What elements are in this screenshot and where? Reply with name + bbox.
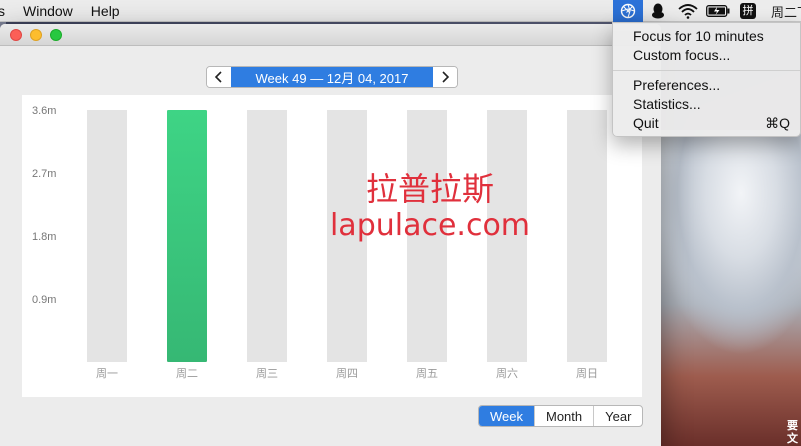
week-label: Week 49 — 12月 04, 2017 — [231, 67, 433, 87]
x-tick-label: 周三 — [256, 367, 278, 380]
focus-status-menu: Focus for 10 minutes Custom focus... Pre… — [612, 22, 801, 137]
range-selector: Week Month Year — [478, 405, 644, 427]
menu-preferences-label: Preferences... — [633, 77, 721, 93]
wifi-icon[interactable] — [673, 0, 703, 22]
tab-month[interactable]: Month — [534, 406, 593, 426]
chart-canvas: 3.6m 2.7m 1.8m 0.9m 周一 周二 周三 周四 周五 周六 周日 — [32, 105, 607, 380]
bar-track-1 — [87, 110, 127, 362]
menu-app-partial[interactable]: s — [0, 0, 14, 22]
y-tick-label: 2.7m — [32, 168, 56, 180]
menu-custom-focus-label: Custom focus... — [633, 47, 731, 63]
chevron-left-icon — [214, 71, 222, 83]
tab-year[interactable]: Year — [593, 406, 642, 426]
status-area: 拼 周二下 — [613, 0, 801, 22]
bar-2[interactable] — [167, 110, 207, 362]
close-window-button[interactable] — [10, 29, 22, 41]
menu-focus-10-minutes-label: Focus for 10 minutes — [633, 28, 764, 44]
bar-track-3 — [247, 110, 287, 362]
input-method-icon[interactable]: 拼 — [733, 0, 763, 22]
x-tick-label: 周五 — [416, 367, 438, 380]
x-tick-label: 周六 — [496, 367, 518, 380]
status-clock[interactable]: 周二下 — [763, 2, 801, 21]
x-tick-label: 周四 — [336, 367, 358, 380]
desktop-corner-text: 要文 — [787, 420, 798, 445]
menu-statistics-label: Statistics... — [633, 96, 701, 112]
x-tick-label: 周一 — [96, 367, 118, 380]
menu-separator — [613, 70, 800, 71]
x-tick-label: 周日 — [576, 367, 598, 380]
menu-focus-10-minutes[interactable]: Focus for 10 minutes — [613, 27, 800, 46]
statistics-window: Week 49 — 12月 04, 2017 3.6m 2.7m 1.8m 0.9m … — [0, 24, 661, 446]
menu-quit[interactable]: Quit ⌘Q — [613, 114, 800, 133]
bar-track-7 — [567, 110, 607, 362]
menu-quit-shortcut: ⌘Q — [765, 115, 790, 131]
y-tick-label: 1.8m — [32, 231, 56, 243]
minimize-window-button[interactable] — [30, 29, 42, 41]
y-tick-label: 0.9m — [32, 294, 56, 306]
focus-app-icon[interactable] — [613, 0, 643, 22]
weekly-focus-chart: 3.6m 2.7m 1.8m 0.9m 周一 周二 周三 周四 周五 周六 周日 — [22, 95, 642, 397]
window-titlebar[interactable] — [0, 24, 661, 46]
menu-statistics[interactable]: Statistics... — [613, 95, 800, 114]
menu-window[interactable]: Window — [14, 0, 82, 22]
qq-icon[interactable] — [643, 0, 673, 22]
next-week-button[interactable] — [433, 67, 457, 87]
week-navigator: Week 49 — 12月 04, 2017 — [206, 66, 458, 88]
menu-custom-focus[interactable]: Custom focus... — [613, 46, 800, 65]
previous-week-button[interactable] — [207, 67, 231, 87]
y-tick-label: 3.6m — [32, 105, 56, 117]
menu-help[interactable]: Help — [82, 0, 129, 22]
zoom-window-button[interactable] — [50, 29, 62, 41]
menu-bar: s Window Help 拼 周二下 — [0, 0, 801, 22]
input-method-label: 拼 — [740, 3, 756, 19]
tab-week[interactable]: Week — [479, 406, 534, 426]
menu-quit-label: Quit — [633, 115, 659, 131]
watermark: 拉普拉斯 lapulace.com — [300, 170, 560, 244]
watermark-url: lapulace.com — [329, 208, 531, 244]
watermark-chinese: 拉普拉斯 — [365, 170, 494, 208]
x-tick-label: 周二 — [176, 367, 198, 380]
menu-preferences[interactable]: Preferences... — [613, 76, 800, 95]
battery-icon[interactable] — [703, 0, 733, 22]
chevron-right-icon — [442, 71, 450, 83]
